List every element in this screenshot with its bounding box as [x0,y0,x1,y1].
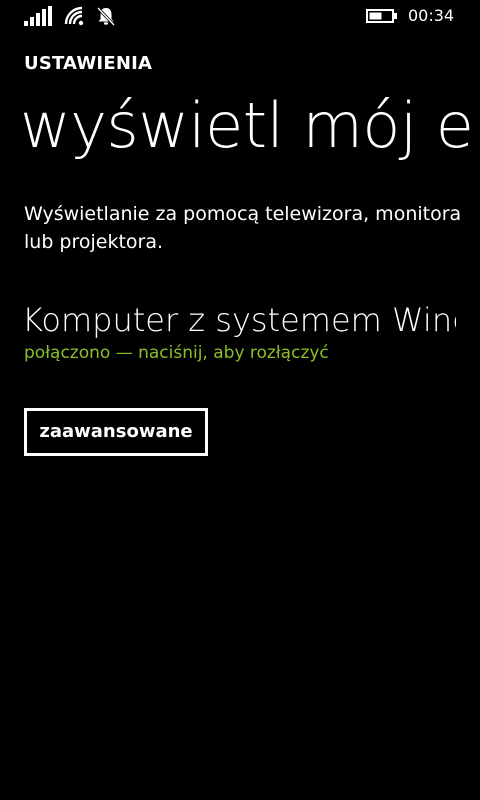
app-title: USTAWIENIA [24,53,153,74]
device-name: Komputer z systemem Windows [22,301,456,339]
connected-device-item[interactable]: Komputer z systemem Windows połączono — … [0,298,480,370]
page-title: wyświetl mój ekran [20,89,480,162]
advanced-button[interactable]: zaawansowane [24,408,208,456]
quiet-hours-icon [96,6,116,26]
wifi-icon [64,6,84,26]
description-text: Wyświetlanie za pomocą telewizora, monit… [24,203,462,253]
battery-icon [366,9,397,23]
page-title-container: wyświetl mój ekran [0,86,480,176]
status-clock: 00:34 [408,6,455,25]
device-status: połączono — naciśnij, aby rozłączyć [24,343,329,363]
signal-strength-icon [24,6,52,26]
device-name-container: Komputer z systemem Windows [22,298,456,342]
status-bar: 00:34 [0,0,480,32]
